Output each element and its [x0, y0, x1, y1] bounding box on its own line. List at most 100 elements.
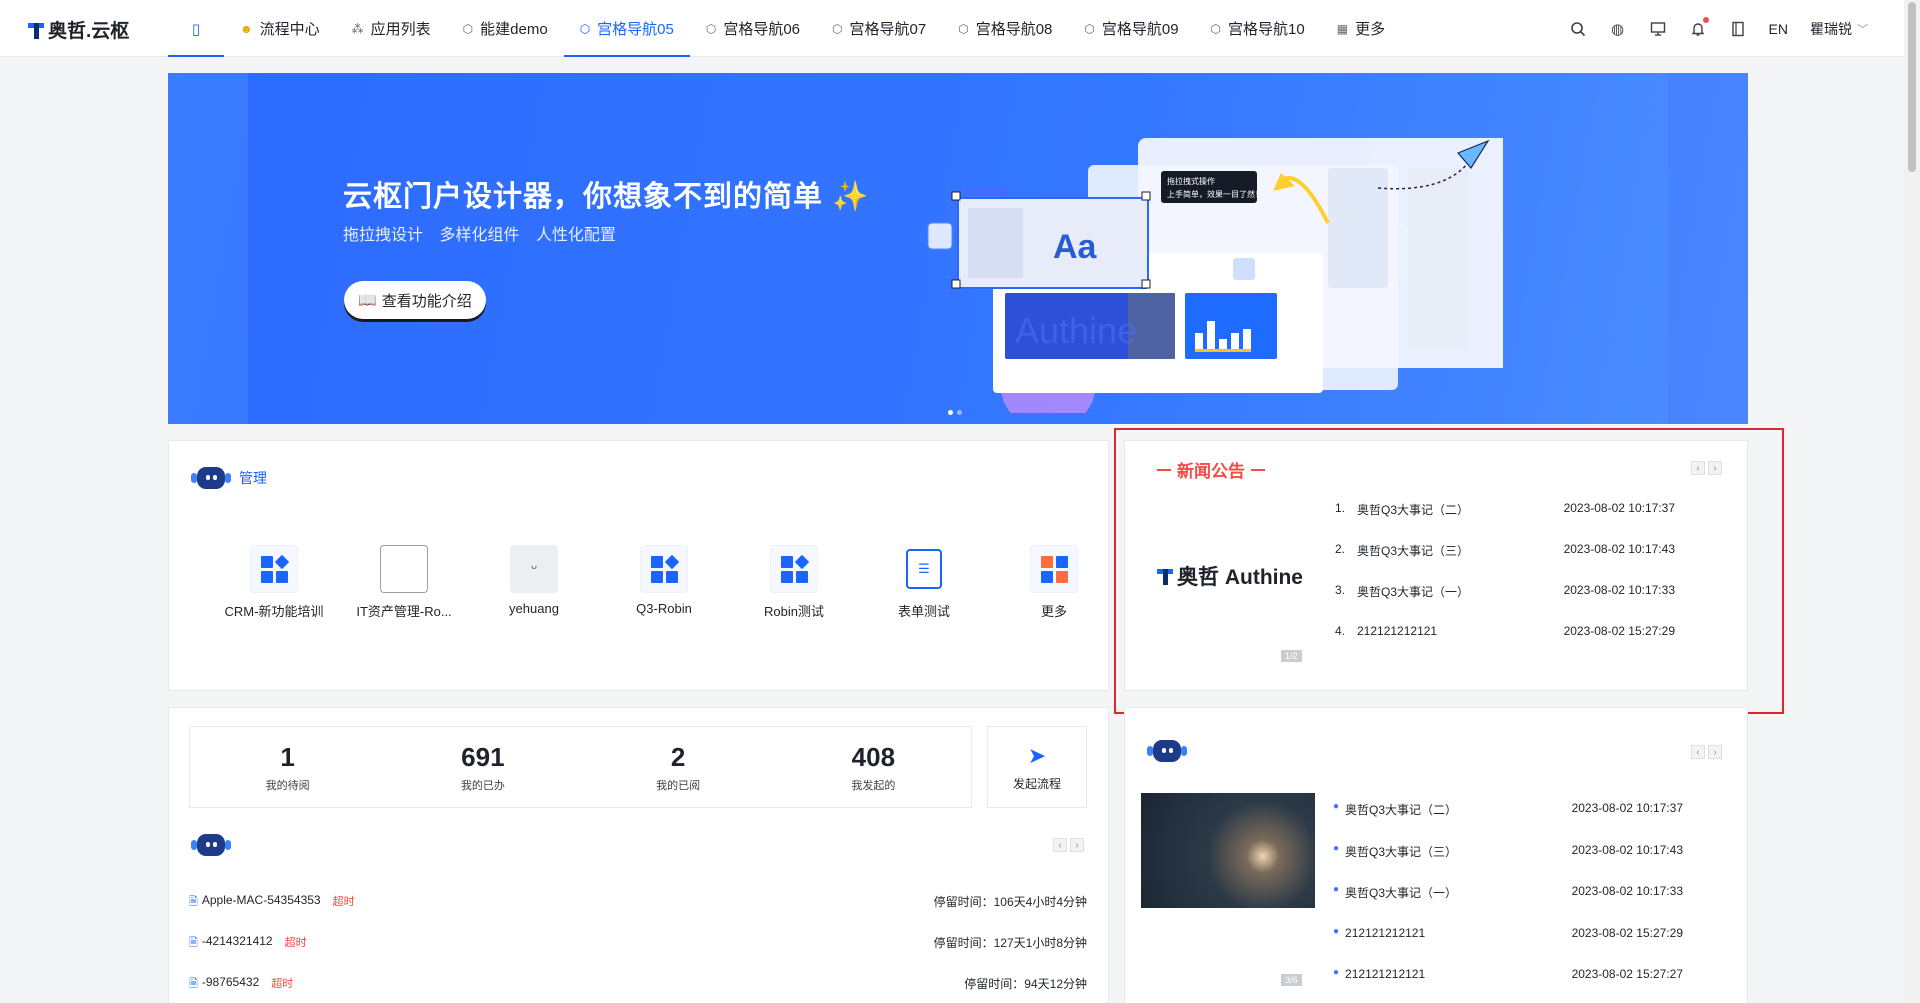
apps-card-title: 管理 [239, 470, 267, 486]
stat-value: 691 [461, 741, 505, 772]
app-label: Q3-Robin [636, 601, 692, 616]
next-icon[interactable]: › [1070, 838, 1084, 852]
prev-icon[interactable]: ‹ [1691, 745, 1705, 759]
launch-process-button[interactable]: ➤ 发起流程 [987, 726, 1087, 808]
todo-title: -4214321412 [201, 934, 273, 948]
next-icon[interactable]: › [1708, 745, 1722, 759]
app-item[interactable]: Robin测试 [729, 545, 859, 620]
todo-item[interactable]: 🗎 -4214321412 超时 停留时间：127天1小时8分钟 [189, 934, 1087, 975]
main-nav: ▯ ☻ 流程中心 ⁂ 应用列表 ⬡ 能建demo ⬡ 宫格导航05 ⬡ 宫格导航06 ⬡ 宫… [168, 0, 1401, 57]
nav-item-home[interactable]: ▯ [168, 0, 224, 57]
feed-item-title: 奥哲Q3大事记（三） [1345, 844, 1458, 859]
logo[interactable]: 奥哲.云枢 [28, 16, 129, 43]
selection-highlight-box [1114, 428, 1784, 714]
cube-icon: ⬡ [579, 21, 591, 36]
stat-label: 我的已阅 [656, 779, 701, 792]
feed-card-header [1147, 736, 1187, 766]
todo-item[interactable]: 🗎 -98765432 超时 停留时间：94天12分钟 [189, 975, 1087, 1003]
app-item[interactable]: ☰ 表单测试 [859, 545, 989, 620]
app-item[interactable]: CRM-新功能培训 [209, 545, 339, 620]
language-switch[interactable]: EN [1769, 21, 1788, 37]
feed-item[interactable]: ● 212121212121 2023-08-02 15:27:29 [1333, 926, 1683, 968]
stay-time: 停留时间：106天4小时4分钟 [933, 895, 1087, 909]
app-item[interactable]: IT资产管理-Ro... [339, 545, 469, 620]
feed-cover-image[interactable] [1141, 793, 1315, 908]
notification-dot [1702, 16, 1709, 23]
search-icon[interactable] [1569, 20, 1587, 38]
nav-label: 宫格导航05 [597, 21, 674, 38]
app-grid-icon [640, 545, 688, 593]
feed-item-date: 2023-08-02 15:27:29 [1571, 925, 1683, 940]
feed-item-date: 2023-08-02 15:27:27 [1571, 967, 1683, 981]
nav-item-grid-06[interactable]: ⬡ 宫格导航06 [690, 0, 816, 57]
feed-list: ● 奥哲Q3大事记（二） 2023-08-02 10:17:37 ● 奥哲Q3大事记（… [1333, 801, 1683, 1003]
more-apps-icon [1030, 545, 1078, 593]
feed-item[interactable]: ● 212121212121 2023-08-02 15:27:27 [1333, 967, 1683, 1003]
sparkle-icon: ✨ [832, 181, 870, 213]
feed-item-date: 2023-08-02 10:17:43 [1571, 842, 1683, 857]
bubble-icon: ● [1333, 967, 1340, 978]
bubble-icon: ● [1333, 925, 1340, 937]
stat-done[interactable]: 691 我的已办 [385, 727, 580, 807]
app-grid-icon [770, 545, 818, 593]
app-grid: CRM-新功能培训 IT资产管理-Ro... ᵕ yehuang Q3-Robin… [209, 545, 1119, 620]
broken-image-icon [380, 545, 428, 593]
stat-value: 1 [280, 741, 295, 772]
nav-item-grid-05[interactable]: ⬡ 宫格导航05 [563, 0, 691, 57]
cube-icon: ⬡ [1210, 21, 1222, 36]
feed-item[interactable]: ● 奥哲Q3大事记（一） 2023-08-02 10:17:33 [1333, 884, 1683, 926]
banner-title: 云枢门户设计器，你想象不到的简单 ✨ [343, 173, 869, 215]
prev-icon[interactable]: ‹ [1053, 838, 1067, 852]
stat-initiated[interactable]: 408 我发起的 [776, 727, 971, 807]
todo-item[interactable]: 🗎 Apple-MAC-54354353 超时 停留时间：106天4小时4分钟 [189, 893, 1087, 934]
nav-label: 宫格导航09 [1101, 21, 1179, 38]
feed-item-title: 212121212121 [1345, 967, 1426, 981]
robot-icon [191, 830, 231, 860]
page-scrollbar[interactable] [1904, 0, 1920, 1003]
app-label: CRM-新功能培训 [224, 604, 324, 619]
app-item-more[interactable]: 更多 [989, 545, 1119, 620]
nav-label: 应用列表 [370, 21, 431, 38]
banner-title-text: 云枢门户设计器，你想象不到的简单 [343, 181, 824, 213]
top-navigation-bar: 奥哲.云枢 ▯ ☻ 流程中心 ⁂ 应用列表 ⬡ 能建demo ⬡ 宫格导航05 ⬡ 宫格导… [0, 0, 1904, 57]
feature-intro-button[interactable]: 📖 查看功能介绍 [344, 281, 486, 319]
feed-item[interactable]: ● 奥哲Q3大事记（二） 2023-08-02 10:17:37 [1333, 801, 1683, 843]
cube-icon: ⬡ [832, 21, 843, 36]
nav-item-grid-07[interactable]: ⬡ 宫格导航07 [816, 0, 942, 57]
hero-banner[interactable]: 云枢门户设计器，你想象不到的简单 ✨ 拖拉拽设计 多样化组件 人性化配置 📖 查… [168, 73, 1748, 424]
bell-icon[interactable] [1689, 16, 1709, 38]
nav-item-grid-08[interactable]: ⬡ 宫格导航08 [942, 0, 1068, 57]
banner-sample-text: Aa [1053, 228, 1098, 266]
nav-item-more[interactable]: ▦ 更多 [1321, 0, 1401, 57]
palette-icon[interactable]: ◍ [1609, 20, 1627, 38]
grid-icon: ⁂ [351, 21, 364, 36]
nav-item-nengjian-demo[interactable]: ⬡ 能建demo [447, 0, 564, 57]
stat-to-read[interactable]: 1 我的待阅 [190, 727, 385, 807]
scrollbar-thumb[interactable] [1908, 2, 1916, 172]
carousel-dots[interactable] [948, 410, 962, 415]
app-grid-icon [250, 545, 298, 593]
stat-read[interactable]: 2 我的已阅 [581, 727, 776, 807]
nav-item-process-center[interactable]: ☻ 流程中心 [224, 0, 336, 57]
feature-intro-label: 查看功能介绍 [381, 292, 472, 310]
todo-title: Apple-MAC-54354353 [201, 893, 321, 907]
app-item[interactable]: ᵕ yehuang [469, 545, 599, 620]
nav-item-app-list[interactable]: ⁂ 应用列表 [336, 0, 447, 57]
bubble-icon: ● [1333, 842, 1340, 854]
user-menu[interactable]: 瞿瑞锐 ﹀ [1810, 19, 1868, 39]
todo-pager: ‹ › [1053, 838, 1084, 852]
monitor-icon[interactable] [1649, 20, 1667, 38]
nav-item-grid-10[interactable]: ⬡ 宫格导航10 [1195, 0, 1321, 57]
app-label: Robin测试 [764, 604, 824, 619]
book-icon[interactable] [1729, 20, 1747, 38]
feed-pager: ‹ › [1691, 745, 1722, 759]
app-item[interactable]: Q3-Robin [599, 545, 729, 620]
feed-item-date: 2023-08-02 10:17:33 [1571, 884, 1683, 898]
nav-item-grid-09[interactable]: ⬡ 宫格导航09 [1068, 0, 1194, 57]
stat-label: 我发起的 [851, 779, 896, 792]
todo-list: 🗎 Apple-MAC-54354353 超时 停留时间：106天4小时4分钟 🗎 -4… [189, 893, 1087, 1003]
open-book-icon: 📖 [358, 292, 377, 309]
app-label: IT资产管理-Ro... [356, 604, 452, 619]
nav-label: 能建demo [480, 21, 548, 38]
feed-item[interactable]: ● 奥哲Q3大事记（三） 2023-08-02 10:17:43 [1333, 843, 1683, 885]
